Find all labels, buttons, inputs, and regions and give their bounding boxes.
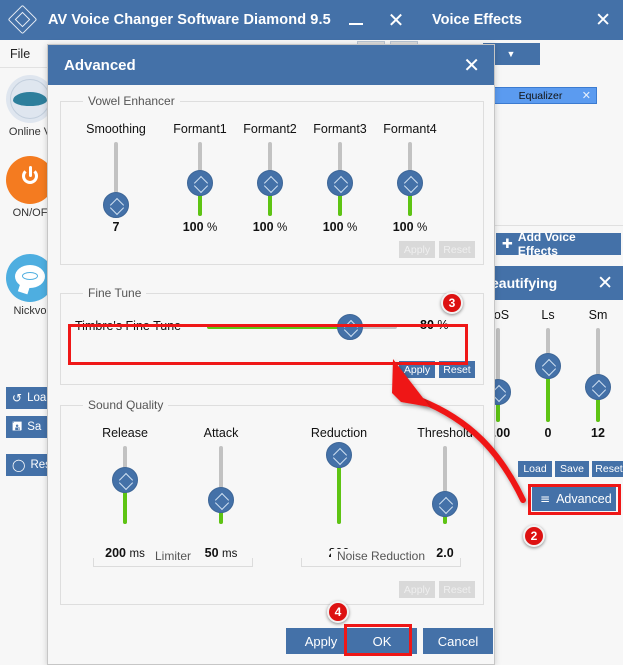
- v: 100: [392, 220, 414, 234]
- slider-attack-label: Attack: [203, 426, 239, 440]
- slider-formant4[interactable]: Formant4 100 %: [371, 122, 449, 234]
- beautifying-reset-button[interactable]: Reset: [592, 461, 623, 477]
- slider-formant4-value: 100 %: [371, 220, 449, 234]
- slider-threshold-label: Threshold: [417, 426, 473, 440]
- slider-release-label: Release: [102, 426, 148, 440]
- diamond-logo-icon: [7, 4, 38, 35]
- vowel-enhancer-actions: Apply Reset: [399, 241, 475, 258]
- beautifying-title: eautifying: [491, 275, 558, 291]
- v: 100: [182, 220, 204, 234]
- noise-reduction-subgroup: Noise Reduction: [301, 549, 461, 567]
- menu-item-file[interactable]: File: [0, 47, 40, 61]
- save-disk-icon: 🖪: [12, 418, 23, 433]
- screen: AV Voice Changer Software Diamond 9.5 ✕ …: [0, 0, 623, 665]
- voice-effects-close-icon[interactable]: ✕: [595, 9, 611, 31]
- plus-icon: ✚: [502, 236, 513, 252]
- beautifying-header: eautifying ✕: [483, 266, 623, 300]
- sound-quality-actions: Apply Reset: [399, 581, 475, 598]
- slider-formant3-label: Formant3: [313, 122, 367, 136]
- advanced-dialog-close-icon[interactable]: ✕: [463, 53, 480, 77]
- slider-sm-label: Sm: [588, 308, 608, 322]
- beautifying-load-save-reset: Load Save Reset: [518, 461, 623, 477]
- limiter-subgroup: Limiter: [93, 549, 253, 567]
- u: %: [207, 222, 218, 234]
- highlight-fine-tune: [68, 324, 468, 365]
- v: 100: [322, 220, 344, 234]
- advanced-dialog-header: Advanced ✕: [48, 45, 494, 85]
- voice-effects-header: Voice Effects ✕: [420, 0, 623, 40]
- beautifying-save-button[interactable]: Save: [555, 461, 589, 477]
- slider-smoothing-value: 7: [112, 220, 120, 234]
- annotation-badge-3: 3: [441, 292, 463, 314]
- slider-formant2-value: 100 %: [231, 220, 309, 234]
- slider-sm[interactable]: Sm 12: [576, 308, 620, 440]
- advanced-dialog-title: Advanced: [64, 56, 136, 74]
- slider-threshold[interactable]: Threshold 2.0: [397, 426, 493, 560]
- slider-formant1-value: 100 %: [161, 220, 239, 234]
- highlight-ok-button: [344, 624, 412, 656]
- app-title: AV Voice Changer Software Diamond 9.5: [48, 12, 331, 28]
- slider-ls-value: 0: [544, 426, 552, 440]
- tab-equalizer-close-icon[interactable]: ✕: [582, 89, 591, 102]
- fine-tune-title: Fine Tune: [83, 286, 147, 300]
- add-voice-effects-label: Add Voice Effects: [517, 230, 576, 258]
- slider-release[interactable]: Release 200 ms: [83, 426, 167, 560]
- slider-formant2[interactable]: Formant2 100 %: [231, 122, 309, 234]
- slider-formant3[interactable]: Formant3 100 %: [301, 122, 379, 234]
- dialog-cancel-button[interactable]: Cancel: [423, 628, 493, 654]
- slider-formant1[interactable]: Formant1 100 %: [161, 122, 239, 234]
- minimize-button[interactable]: [338, 0, 374, 40]
- divider: [481, 225, 623, 226]
- beautifying-load-button[interactable]: Load: [518, 461, 552, 477]
- v: 100: [252, 220, 274, 234]
- tab-equalizer[interactable]: Equalizer ✕: [484, 87, 597, 104]
- slider-sm-value: 12: [591, 426, 605, 440]
- slider-smoothing[interactable]: Smoothing 7: [73, 122, 159, 234]
- close-icon[interactable]: ✕: [378, 0, 414, 40]
- app-title-bar: AV Voice Changer Software Diamond 9.5 ✕: [0, 0, 420, 40]
- add-voice-effects-button[interactable]: ✚ Add Voice Effects: [496, 230, 621, 258]
- voice-effects-title: Voice Effects: [432, 12, 522, 28]
- chevron-down-icon: ▼: [506, 49, 516, 59]
- slider-formant2-label: Formant2: [243, 122, 297, 136]
- u: %: [417, 222, 428, 234]
- annotation-badge-4: 4: [327, 601, 349, 623]
- u: %: [277, 222, 288, 234]
- slider-attack[interactable]: Attack 50 ms: [179, 426, 263, 560]
- tab-equalizer-label: Equalizer: [518, 89, 563, 102]
- rail-save-label: Sa: [27, 421, 42, 433]
- sound-quality-reset-button[interactable]: Reset: [439, 581, 475, 598]
- load-icon: ↺: [12, 391, 23, 405]
- slider-reduction-label: Reduction: [310, 426, 368, 440]
- u: %: [347, 222, 358, 234]
- sound-quality-title: Sound Quality: [83, 398, 169, 412]
- vowel-enhancer-reset-button[interactable]: Reset: [439, 241, 475, 258]
- vowel-enhancer-group: Vowel Enhancer Smoothing 7 Formant1 100 …: [60, 94, 484, 265]
- annotation-badge-2: 2: [523, 525, 545, 547]
- rail-load-label: Loa: [27, 392, 47, 404]
- highlight-advanced-button: [528, 484, 621, 515]
- beautifying-close-icon[interactable]: ✕: [597, 272, 613, 294]
- slider-formant4-label: Formant4: [383, 122, 437, 136]
- slider-reduction[interactable]: Reduction 200: [291, 426, 387, 560]
- slider-formant1-label: Formant1: [173, 122, 227, 136]
- slider-ls-label: Ls: [541, 308, 555, 322]
- sound-quality-apply-button[interactable]: Apply: [399, 581, 435, 598]
- reset-icon: ◯: [12, 458, 26, 472]
- vowel-enhancer-apply-button[interactable]: Apply: [399, 241, 435, 258]
- limiter-label: Limiter: [148, 549, 198, 563]
- slider-ls[interactable]: Ls 0: [526, 308, 570, 440]
- slider-formant3-value: 100 %: [301, 220, 379, 234]
- vowel-enhancer-title: Vowel Enhancer: [83, 94, 180, 108]
- noise-reduction-label: Noise Reduction: [330, 549, 432, 563]
- slider-smoothing-label: Smoothing: [86, 122, 146, 136]
- sound-quality-group: Sound Quality Release 200 ms Attack 50 m…: [60, 398, 484, 605]
